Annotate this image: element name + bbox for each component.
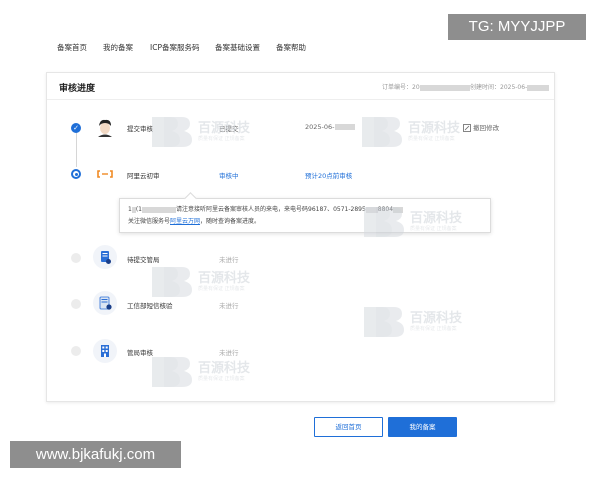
order-number: 订单编号：20 [382,82,470,91]
aliyun-logo-icon [93,162,117,186]
wechat-service-link[interactable]: 阿里云万网 [170,218,200,225]
my-filing-button[interactable]: 我的备案 [388,417,457,437]
watermark-logo: 百源科技 质量有保证 正规备案 [362,205,462,243]
step-status-initial-review: 审核中 [219,172,239,180]
timeline-connector [76,129,77,167]
step-pending-icon [71,346,81,356]
notice-line-2: 关注微信服务号阿里云万网，随时查询备案进度。 [128,218,261,225]
created-time: 创建时间：2025-06- [470,82,550,91]
submit-time: 2025-06- [305,123,355,131]
step-status-bureau-review: 未进行 [219,349,239,357]
watermark-logo: 百源科技 质量有保证 正规备案 [362,305,462,343]
nav-item-service-code[interactable]: ICP备案服务码 [150,42,199,53]
watermark-logo: 百源科技 质量有保证 正规备案 [360,115,460,153]
step-name-initial-review: 阿里云初审 [127,172,160,180]
avatar-icon [93,115,117,139]
review-estimate: 预计20点前审核 [305,172,353,180]
tg-contact-badge: TG: MYYJJPP [448,14,586,40]
watermark-logo: 百源科技 质量有保证 正规备案 [150,265,250,303]
review-progress-card: 审核进度 订单编号：20 创建时间：2025-06- ✓ 提交审核 已提交 20… [46,72,555,402]
step-status-submit-bureau: 未进行 [219,256,239,264]
step-active-icon [71,169,81,179]
nav-item-help[interactable]: 备案帮助 [276,42,306,53]
sms-verify-icon [93,291,117,315]
watermark-logo: 百源科技 质量有保证 正规备案 [150,355,250,393]
nav-item-my-filing[interactable]: 我的备案 [103,42,133,53]
back-home-button[interactable]: 返回首页 [314,417,383,437]
website-url-badge: www.bjkafukj.com [10,441,181,468]
card-header: 审核进度 订单编号：20 创建时间：2025-06- [47,73,554,100]
step-status-sms-verify: 未进行 [219,302,239,310]
nav-item-basic-settings[interactable]: 备案基础设置 [215,42,260,53]
step-done-check-icon: ✓ [71,123,81,133]
step-pending-icon [71,299,81,309]
edit-icon [463,124,471,132]
step-name-submit-bureau: 待提交管局 [127,256,160,264]
withdraw-edit-button[interactable]: 撤回修改 [463,122,499,132]
building-icon [93,339,117,363]
nav-item-home[interactable]: 备案首页 [57,42,87,53]
page-title: 审核进度 [59,84,96,94]
watermark-logo: 百源科技 质量有保证 正规备案 [150,115,250,153]
step-pending-icon [71,253,81,263]
document-submit-icon [93,245,117,269]
